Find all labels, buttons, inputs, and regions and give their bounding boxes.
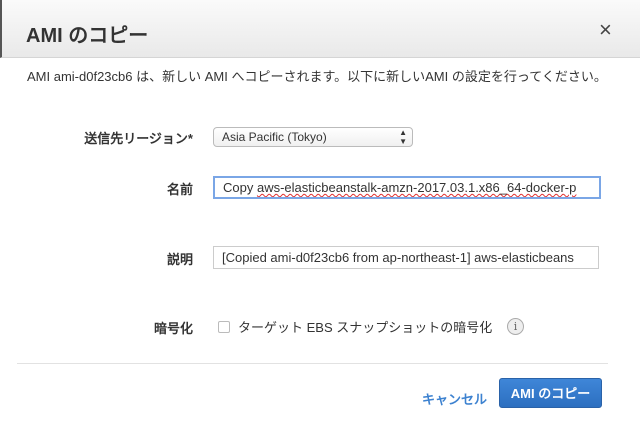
dialog-header: AMI のコピー × xyxy=(0,0,640,58)
name-value: aws-elasticbeanstalk-amzn-2017.03.1.x86_… xyxy=(256,180,577,195)
description-input[interactable]: [Copied ami-d0f23cb6 from ap-northeast-1… xyxy=(213,246,599,269)
encryption-label: 暗号化 xyxy=(153,321,193,336)
encryption-checkbox-label[interactable]: ターゲット EBS スナップショットの暗号化 xyxy=(238,317,492,336)
name-prefix: Copy xyxy=(223,180,257,195)
name-label: 名前 xyxy=(166,182,193,197)
select-arrows-icon: ▲ ▼ xyxy=(399,128,407,146)
dialog-title: AMI のコピー xyxy=(26,25,149,47)
close-icon[interactable]: × xyxy=(599,17,612,43)
copy-ami-button[interactable]: AMI のコピー xyxy=(499,378,602,408)
region-value: Asia Pacific (Tokyo) xyxy=(222,130,327,144)
info-icon[interactable]: i xyxy=(507,318,524,335)
encryption-checkbox[interactable] xyxy=(218,321,230,333)
description-label: 説明 xyxy=(166,252,193,267)
cancel-button[interactable]: キャンセル xyxy=(422,389,487,408)
name-input[interactable]: Copy aws-elasticbeanstalk-amzn-2017.03.1… xyxy=(213,176,601,199)
region-label: 送信先リージョン* xyxy=(84,131,193,146)
dialog-description: AMI ami-d0f23cb6 は、新しい AMI へコピーされます。以下に新… xyxy=(27,69,607,84)
footer-divider xyxy=(17,363,608,364)
region-select[interactable]: Asia Pacific (Tokyo) ▲ ▼ xyxy=(213,127,413,147)
